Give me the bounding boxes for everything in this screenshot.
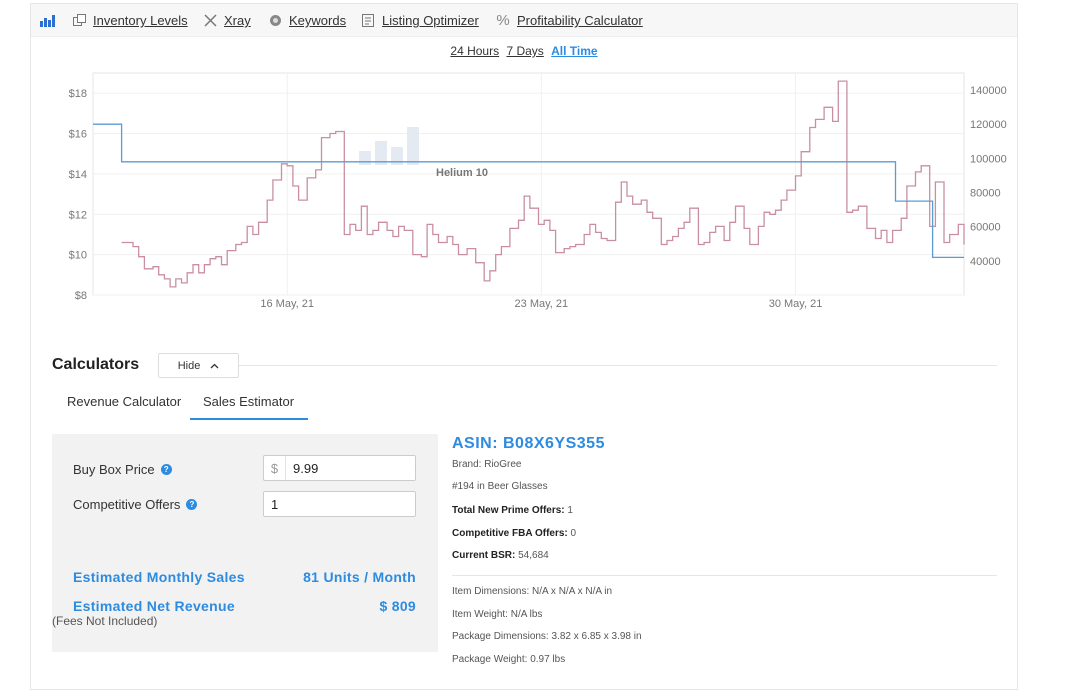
x-tick-label: 30 May, 21: [769, 298, 823, 310]
y-left-tick-label: $12: [69, 209, 87, 221]
y-right-tick-label: 80000: [970, 188, 1001, 200]
buy-box-price-input[interactable]: $ 9.99: [263, 455, 416, 481]
xray-link[interactable]: Xray: [202, 4, 251, 37]
buy-box-price-label: Buy Box Price: [73, 462, 155, 477]
info-divider: [452, 575, 997, 576]
buy-box-price-row: Buy Box Price ?: [73, 462, 172, 477]
category-rank-text: #194 in Beer Glasses: [452, 481, 548, 492]
currency-prefix: $: [264, 456, 286, 480]
package-dimensions-text: Package Dimensions: 3.82 x 6.85 x 3.98 i…: [452, 631, 642, 642]
chart-toggle-button[interactable]: [39, 4, 61, 37]
inventory-icon: [71, 13, 87, 29]
toolbar: Inventory Levels Xray Keywords Listing O…: [31, 4, 1017, 37]
calculators-title: Calculators: [52, 356, 140, 373]
range-all-time[interactable]: All Time: [551, 44, 597, 58]
keywords-label: Keywords: [289, 13, 347, 28]
estimated-net-revenue-label: Estimated Net Revenue: [73, 598, 235, 614]
brand-text: Brand: RioGree: [452, 459, 522, 470]
calculators-divider: [239, 365, 997, 366]
estimated-net-revenue-value: $ 809: [379, 598, 416, 614]
price-bsr-chart: Helium 10 $8 $10 $12 $14 $16 $18 40000 60000 800…: [69, 72, 1007, 310]
y-right-tick-label: 40000: [970, 256, 1001, 268]
y-right-tick-label: 100000: [970, 153, 1007, 165]
y-left-tick-label: $16: [69, 129, 87, 141]
keywords-icon: [267, 13, 283, 29]
listing-optimizer-label: Listing Optimizer: [382, 13, 479, 28]
y-right-tick-label: 140000: [970, 85, 1007, 97]
package-weight-text: Package Weight: 0.97 lbs: [452, 654, 566, 665]
asin-heading: ASIN: B08X6YS355: [452, 435, 605, 452]
item-weight-text: Item Weight: N/A lbs: [452, 609, 543, 620]
range-24-hours[interactable]: 24 Hours: [450, 44, 499, 58]
profitability-calculator-label: Profitability Calculator: [517, 13, 643, 28]
prime-offers-label: Total New Prime Offers:: [452, 505, 565, 516]
fba-offers-label: Competitive FBA Offers:: [452, 528, 568, 539]
prime-offers-text: Total New Prime Offers: 1: [452, 505, 573, 516]
y-left-tick-label: $10: [69, 250, 87, 262]
y-right-tick-label: 60000: [970, 222, 1001, 234]
inventory-levels-link[interactable]: Inventory Levels: [71, 4, 188, 37]
y-right-tick-label: 120000: [970, 119, 1007, 131]
competitive-offers-row: Competitive Offers ?: [73, 497, 198, 512]
competitive-offers-value: 1: [271, 496, 279, 512]
inventory-levels-label: Inventory Levels: [93, 13, 188, 28]
current-bsr-value: 54,684: [515, 550, 549, 561]
y-left-tick-label: $14: [69, 169, 87, 181]
estimated-monthly-sales-value: 81 Units / Month: [303, 569, 416, 585]
product-panel: Inventory Levels Xray Keywords Listing O…: [30, 3, 1018, 690]
current-bsr-label: Current BSR:: [452, 550, 516, 561]
listing-optimizer-link[interactable]: Listing Optimizer: [360, 4, 479, 37]
buy-box-price-value: 9.99: [293, 460, 319, 476]
fees-note: (Fees Not Included): [52, 614, 158, 628]
tab-sales-estimator[interactable]: Sales Estimator: [190, 394, 309, 420]
current-bsr-text: Current BSR: 54,684: [452, 550, 549, 561]
tab-revenue-calculator[interactable]: Revenue Calculator: [67, 394, 181, 418]
prime-offers-value: 1: [564, 505, 573, 516]
time-range-selector: 24 Hours 7 Days All Time: [31, 44, 1017, 58]
estimated-monthly-sales-label: Estimated Monthly Sales: [73, 569, 245, 585]
profitability-calculator-link[interactable]: % Profitability Calculator: [495, 4, 643, 37]
xray-icon: [202, 13, 218, 29]
x-tick-label: 16 May, 21: [260, 298, 314, 310]
item-dimensions-text: Item Dimensions: N/A x N/A x N/A in: [452, 586, 613, 597]
y-left-tick-label: $8: [75, 290, 87, 302]
x-tick-label: 23 May, 21: [515, 298, 569, 310]
listing-optimizer-icon: [360, 13, 376, 29]
watermark-text: Helium 10: [436, 167, 488, 179]
fba-offers-text: Competitive FBA Offers: 0: [452, 528, 576, 539]
chevron-up-icon: [210, 360, 219, 372]
bar-chart-icon: [39, 13, 55, 29]
help-icon[interactable]: ?: [186, 499, 198, 510]
xray-label: Xray: [224, 13, 251, 28]
range-7-days[interactable]: 7 Days: [506, 44, 543, 58]
percent-icon: %: [496, 12, 510, 29]
hide-calculators-button[interactable]: Hide: [158, 353, 239, 378]
y-left-tick-label: $18: [69, 88, 87, 100]
hide-label: Hide: [177, 359, 201, 372]
keywords-link[interactable]: Keywords: [267, 4, 346, 37]
fba-offers-value: 0: [567, 528, 577, 539]
help-icon[interactable]: ?: [160, 464, 172, 475]
chart-plot-area: [92, 72, 965, 296]
competitive-offers-input[interactable]: 1: [263, 491, 416, 517]
competitive-offers-label: Competitive Offers: [73, 497, 181, 512]
